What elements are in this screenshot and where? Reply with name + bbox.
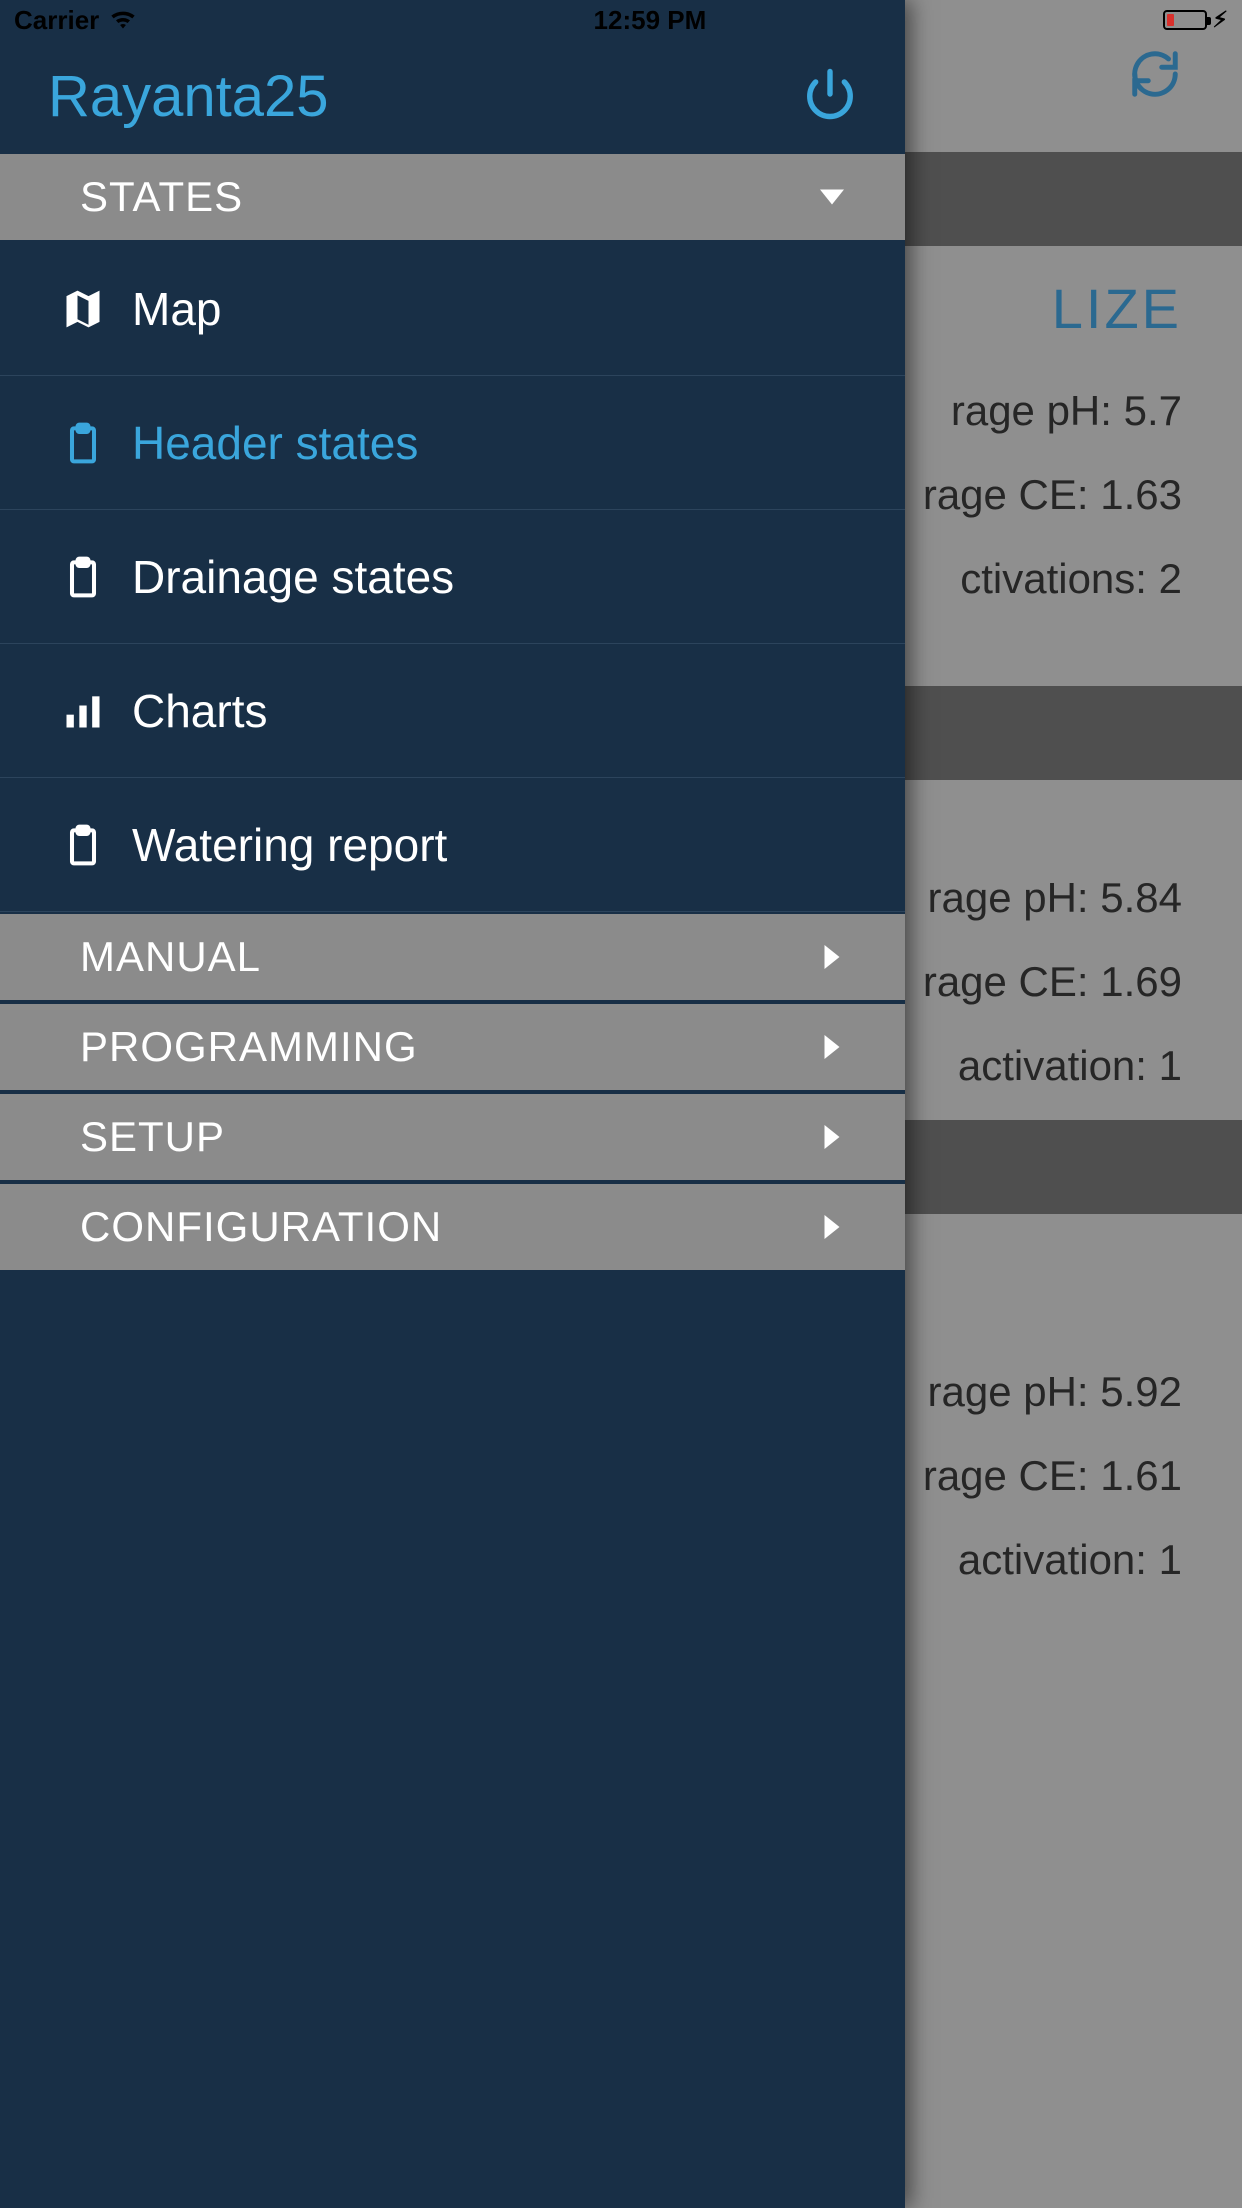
caret-right-icon xyxy=(817,1212,847,1242)
clipboard-icon xyxy=(58,823,108,867)
menu-item-label: Header states xyxy=(132,416,418,470)
status-bar: Carrier 12:59 PM ⚡︎ xyxy=(0,0,1242,40)
bolt-icon: ⚡︎ xyxy=(1213,7,1228,33)
carrier-label: Carrier xyxy=(14,5,99,36)
clipboard-icon xyxy=(58,421,108,465)
menu-item-map[interactable]: Map xyxy=(0,242,905,376)
wifi-icon xyxy=(109,5,137,36)
power-icon[interactable] xyxy=(803,67,857,126)
menu-item-label: Map xyxy=(132,282,221,336)
section-label: PROGRAMMING xyxy=(80,1023,418,1071)
menu-item-drainage-states[interactable]: Drainage states xyxy=(0,510,905,644)
menu-item-watering-report[interactable]: Watering report xyxy=(0,778,905,912)
menu-item-label: Watering report xyxy=(132,818,447,872)
menu-item-label: Drainage states xyxy=(132,550,454,604)
bar-chart-icon xyxy=(58,689,108,733)
menu-item-label: Charts xyxy=(132,684,267,738)
map-icon xyxy=(58,287,108,331)
section-label: CONFIGURATION xyxy=(80,1203,442,1251)
status-time: 12:59 PM xyxy=(594,5,707,36)
caret-right-icon xyxy=(817,1032,847,1062)
status-left: Carrier xyxy=(14,5,137,36)
menu-item-header-states[interactable]: Header states xyxy=(0,376,905,510)
caret-right-icon xyxy=(817,942,847,972)
battery-icon xyxy=(1163,10,1207,30)
drawer-fill xyxy=(0,1272,905,2208)
section-configuration[interactable]: CONFIGURATION xyxy=(0,1182,905,1272)
section-programming[interactable]: PROGRAMMING xyxy=(0,1002,905,1092)
drawer-title: Rayanta25 xyxy=(48,63,329,130)
menu-item-charts[interactable]: Charts xyxy=(0,644,905,778)
caret-right-icon xyxy=(817,1122,847,1152)
section-label: SETUP xyxy=(80,1113,225,1161)
section-manual[interactable]: MANUAL xyxy=(0,912,905,1002)
section-label: MANUAL xyxy=(80,933,261,981)
clipboard-icon xyxy=(58,555,108,599)
section-label: STATES xyxy=(80,173,243,221)
status-right: ⚡︎ xyxy=(1163,7,1228,33)
nav-drawer: Rayanta25 STATES Map Header states Drain… xyxy=(0,0,905,2208)
caret-down-icon xyxy=(817,182,847,212)
section-setup[interactable]: SETUP xyxy=(0,1092,905,1182)
section-states[interactable]: STATES xyxy=(0,152,905,242)
